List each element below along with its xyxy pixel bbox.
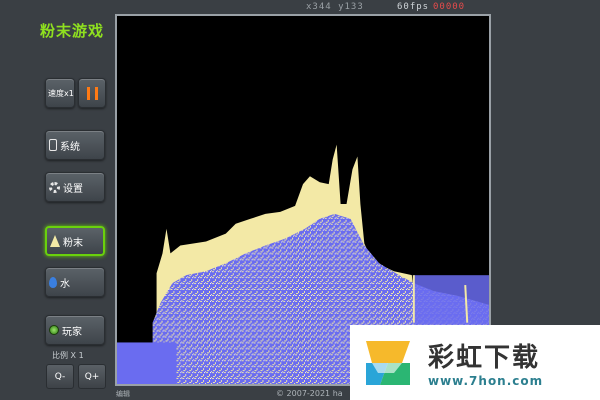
system-label: 系统 xyxy=(60,141,80,153)
watermark-url: www.7hon.com xyxy=(428,374,544,388)
app-logo: 粉末游戏 xyxy=(40,22,105,40)
water-button[interactable]: 水 xyxy=(45,267,105,297)
speed-label: 速度x1 xyxy=(48,88,74,98)
pause-icon xyxy=(86,86,90,100)
player-button[interactable]: 玩家 xyxy=(45,315,105,345)
zoom-in-label: Q+ xyxy=(84,371,100,382)
particle-counter: 00000 xyxy=(433,2,466,12)
powder-label: 粉末 xyxy=(63,237,83,249)
pause-button[interactable] xyxy=(78,78,106,108)
zoom-in-button[interactable]: Q+ xyxy=(78,364,106,389)
watermark-title: 彩虹下载 xyxy=(428,343,541,373)
rainbow-logo-icon xyxy=(366,340,410,385)
zoom-out-button[interactable]: Q- xyxy=(46,364,74,389)
player-icon xyxy=(49,325,59,335)
gear-icon xyxy=(49,181,60,193)
system-button[interactable]: 系统 xyxy=(45,130,105,160)
water-column xyxy=(413,275,489,325)
player-label: 玩家 xyxy=(62,326,82,338)
water-drop-icon xyxy=(49,276,57,288)
speed-button[interactable]: 速度x1 xyxy=(45,78,75,108)
settings-button[interactable]: 设置 xyxy=(45,172,105,202)
scale-label: 比例 X 1 xyxy=(52,351,84,360)
cursor-coords: x344 y133 xyxy=(306,2,364,12)
water-pool xyxy=(117,342,177,384)
powder-icon xyxy=(50,235,60,247)
edit-label: 编辑 xyxy=(116,390,130,398)
watermark: 彩虹下载 www.7hon.com xyxy=(350,325,600,400)
phone-icon xyxy=(49,139,57,151)
water-label: 水 xyxy=(60,278,70,290)
settings-label: 设置 xyxy=(63,183,83,195)
fps-counter: 60fps xyxy=(397,2,430,12)
powder-button[interactable]: 粉末 xyxy=(45,226,105,256)
copyright-text: © 2007-2021 ha xyxy=(276,389,343,398)
zoom-out-label: Q- xyxy=(54,371,66,382)
